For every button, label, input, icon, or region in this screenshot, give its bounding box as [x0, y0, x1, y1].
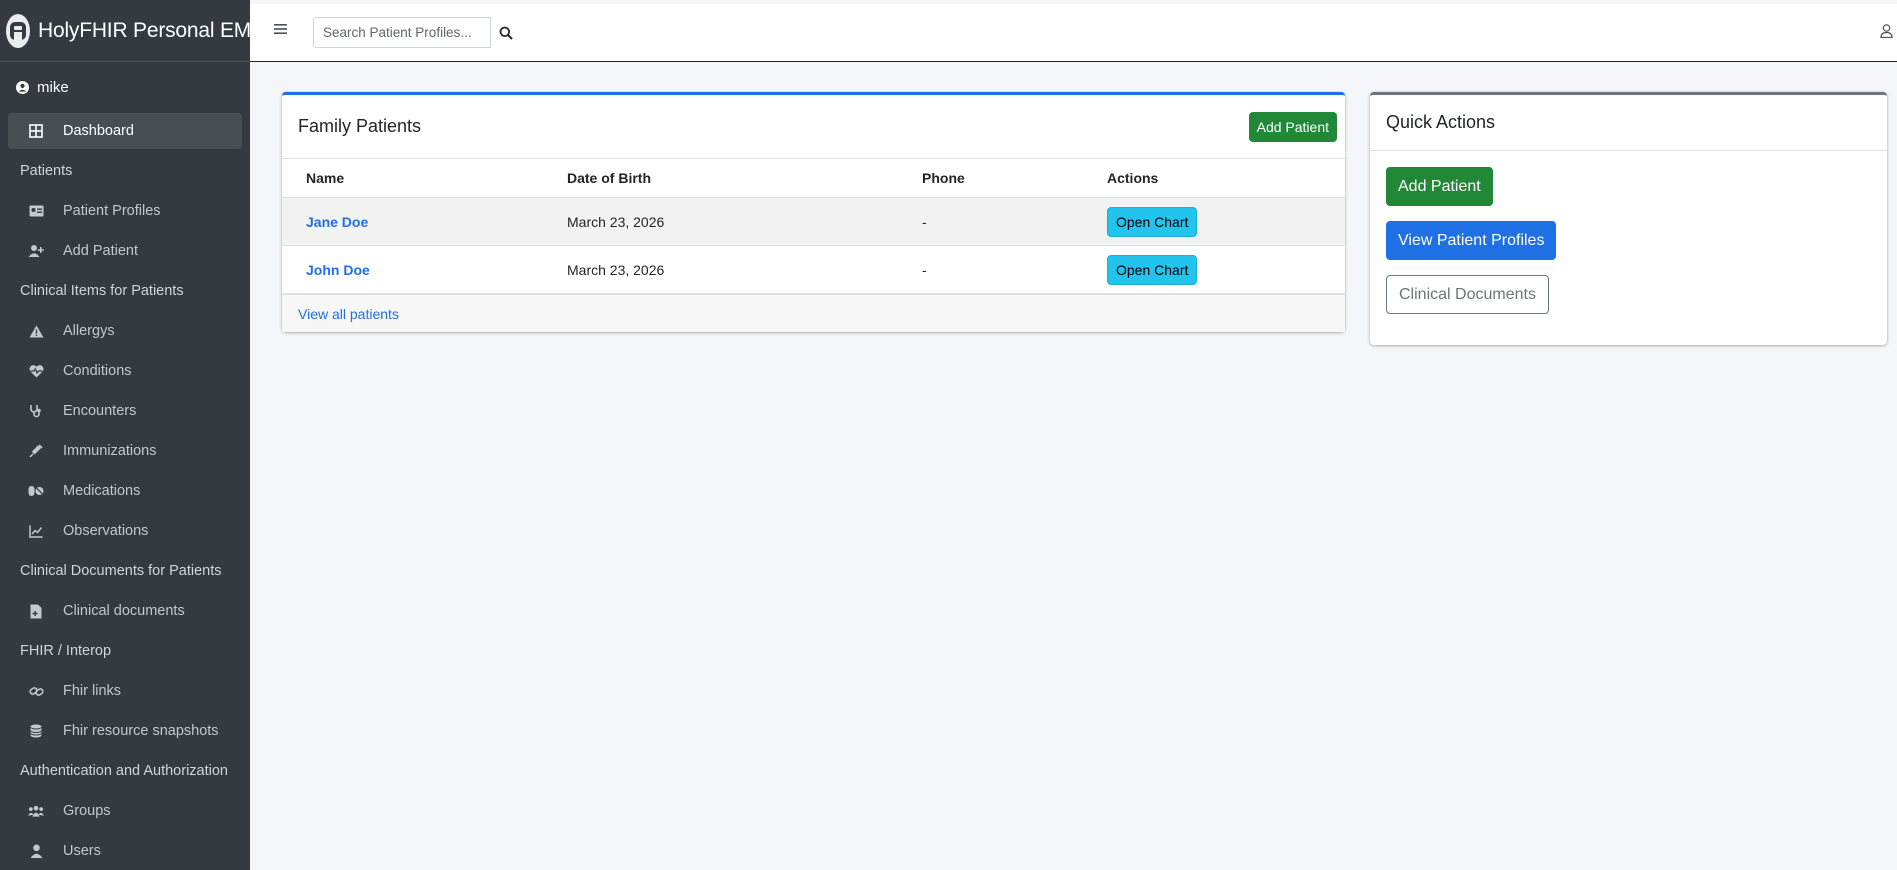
brand-logo-icon: [6, 13, 30, 48]
top-navbar: [250, 4, 1897, 62]
sidebar-item-label: Allergys: [63, 323, 115, 339]
add-patient-button[interactable]: Add Patient: [1248, 111, 1337, 142]
table-row: John Doe March 23, 2026 - Open Chart: [282, 245, 1345, 294]
brand-title: HolyFHIR Personal EMR: [38, 18, 267, 42]
column-header-phone: Phone: [922, 159, 1107, 198]
sidebar-item-label: Medications: [63, 483, 141, 499]
sidebar-item-encounters[interactable]: Encounters: [8, 393, 242, 429]
family-patients-card: Family Patients Add Patient Name Date of…: [282, 92, 1345, 332]
patient-dob: March 23, 2026: [567, 245, 922, 294]
warning-triangle-icon: [28, 323, 44, 339]
clinical-documents-button[interactable]: Clinical Documents: [1386, 275, 1549, 314]
sidebar-item-clinical-documents[interactable]: Clinical documents: [8, 593, 242, 629]
sidebar-item-label: Immunizations: [63, 443, 157, 459]
id-card-icon: [28, 203, 44, 219]
username: mike: [37, 79, 69, 96]
open-chart-button[interactable]: Open Chart: [1107, 254, 1198, 285]
sidebar-header-auth: Authentication and Authorization: [20, 763, 228, 779]
patient-phone: -: [922, 245, 1107, 294]
card-footer: View all patients: [282, 294, 1345, 332]
column-header-name: Name: [282, 159, 567, 198]
user-plus-icon: [28, 243, 44, 259]
brand[interactable]: HolyFHIR Personal EMR: [0, 0, 266, 62]
patients-table: Name Date of Birth Phone Actions Jane Do…: [282, 159, 1345, 294]
sidebar-item-label: Groups: [63, 803, 111, 819]
column-header-dob: Date of Birth: [567, 159, 922, 198]
sidebar: HolyFHIR Personal EMR mike Dashboard Pat…: [0, 0, 266, 870]
sidebar-item-observations[interactable]: Observations: [8, 513, 242, 549]
sidebar-header-clinical-items: Clinical Items for Patients: [20, 283, 184, 299]
sidebar-item-allergys[interactable]: Allergys: [8, 313, 242, 349]
database-icon: [28, 723, 44, 739]
user-panel[interactable]: mike: [0, 62, 250, 113]
card-header: Family Patients Add Patient: [282, 95, 1345, 159]
quick-add-patient-button[interactable]: Add Patient: [1386, 167, 1493, 206]
stethoscope-icon: [28, 403, 44, 419]
sidebar-item-label: Conditions: [63, 363, 132, 379]
sidebar-item-patient-profiles[interactable]: Patient Profiles: [8, 193, 242, 229]
sidebar-header-patients: Patients: [20, 163, 73, 179]
sidebar-item-label: Users: [63, 843, 101, 859]
heart-pulse-icon: [28, 363, 44, 379]
patient-name-link[interactable]: Jane Doe: [306, 214, 368, 230]
sidebar-item-medications[interactable]: Medications: [8, 473, 242, 509]
search-input[interactable]: [313, 17, 491, 48]
sidebar-item-users[interactable]: Users: [8, 833, 242, 869]
table-row: Jane Doe March 23, 2026 - Open Chart: [282, 197, 1345, 246]
quick-actions-body: Add Patient View Patient Profiles Clinic…: [1370, 151, 1887, 314]
search-button[interactable]: [491, 17, 521, 48]
sidebar-header-fhir: FHIR / Interop: [20, 643, 112, 659]
sidebar-item-immunizations[interactable]: Immunizations: [8, 433, 242, 469]
users-group-icon: [28, 803, 44, 819]
table-header-row: Name Date of Birth Phone Actions: [282, 159, 1345, 198]
file-medical-icon: [28, 603, 44, 619]
sidebar-item-groups[interactable]: Groups: [8, 793, 242, 829]
user-menu-icon[interactable]: [1880, 24, 1893, 43]
sidebar-item-label: Add Patient: [63, 243, 138, 259]
family-patients-title: Family Patients: [298, 116, 422, 136]
sidebar-item-label: Clinical documents: [63, 603, 185, 619]
sidebar-item-dashboard[interactable]: Dashboard: [8, 113, 242, 149]
sidebar-item-label: Fhir resource snapshots: [63, 723, 219, 739]
sidebar-item-add-patient[interactable]: Add Patient: [8, 233, 242, 269]
view-all-patients-link[interactable]: View all patients: [298, 306, 399, 322]
sidebar-item-label: Patient Profiles: [63, 203, 161, 219]
patient-dob: March 23, 2026: [567, 197, 922, 246]
sidebar-item-label: Observations: [63, 523, 149, 539]
hamburger-menu-icon[interactable]: [274, 22, 287, 40]
sidebar-item-label: Dashboard: [63, 123, 134, 139]
search-icon: [499, 26, 513, 40]
pills-icon: [28, 483, 44, 499]
sidebar-item-label: Fhir links: [63, 683, 122, 699]
sidebar-item-label: Encounters: [63, 403, 137, 419]
sidebar-item-fhir-snapshots[interactable]: Fhir resource snapshots: [8, 713, 242, 749]
dashboard-grid-icon: [28, 123, 44, 139]
quick-actions-title: Quick Actions: [1386, 112, 1496, 132]
card-header: Quick Actions: [1370, 95, 1887, 151]
syringe-icon: [28, 443, 44, 459]
search-form: [313, 17, 521, 48]
user-icon: [28, 843, 44, 859]
view-patient-profiles-button[interactable]: View Patient Profiles: [1386, 221, 1557, 260]
quick-actions-card: Quick Actions Add Patient View Patient P…: [1370, 92, 1887, 345]
patient-name-link[interactable]: John Doe: [306, 262, 370, 278]
line-chart-icon: [28, 523, 44, 539]
open-chart-button[interactable]: Open Chart: [1107, 206, 1198, 237]
user-circle-icon: [16, 81, 29, 94]
sidebar-item-conditions[interactable]: Conditions: [8, 353, 242, 389]
patient-phone: -: [922, 197, 1107, 246]
link-icon: [28, 683, 44, 699]
sidebar-item-fhir-links[interactable]: Fhir links: [8, 673, 242, 709]
sidebar-header-clinical-documents: Clinical Documents for Patients: [20, 563, 222, 579]
column-header-actions: Actions: [1107, 159, 1345, 198]
